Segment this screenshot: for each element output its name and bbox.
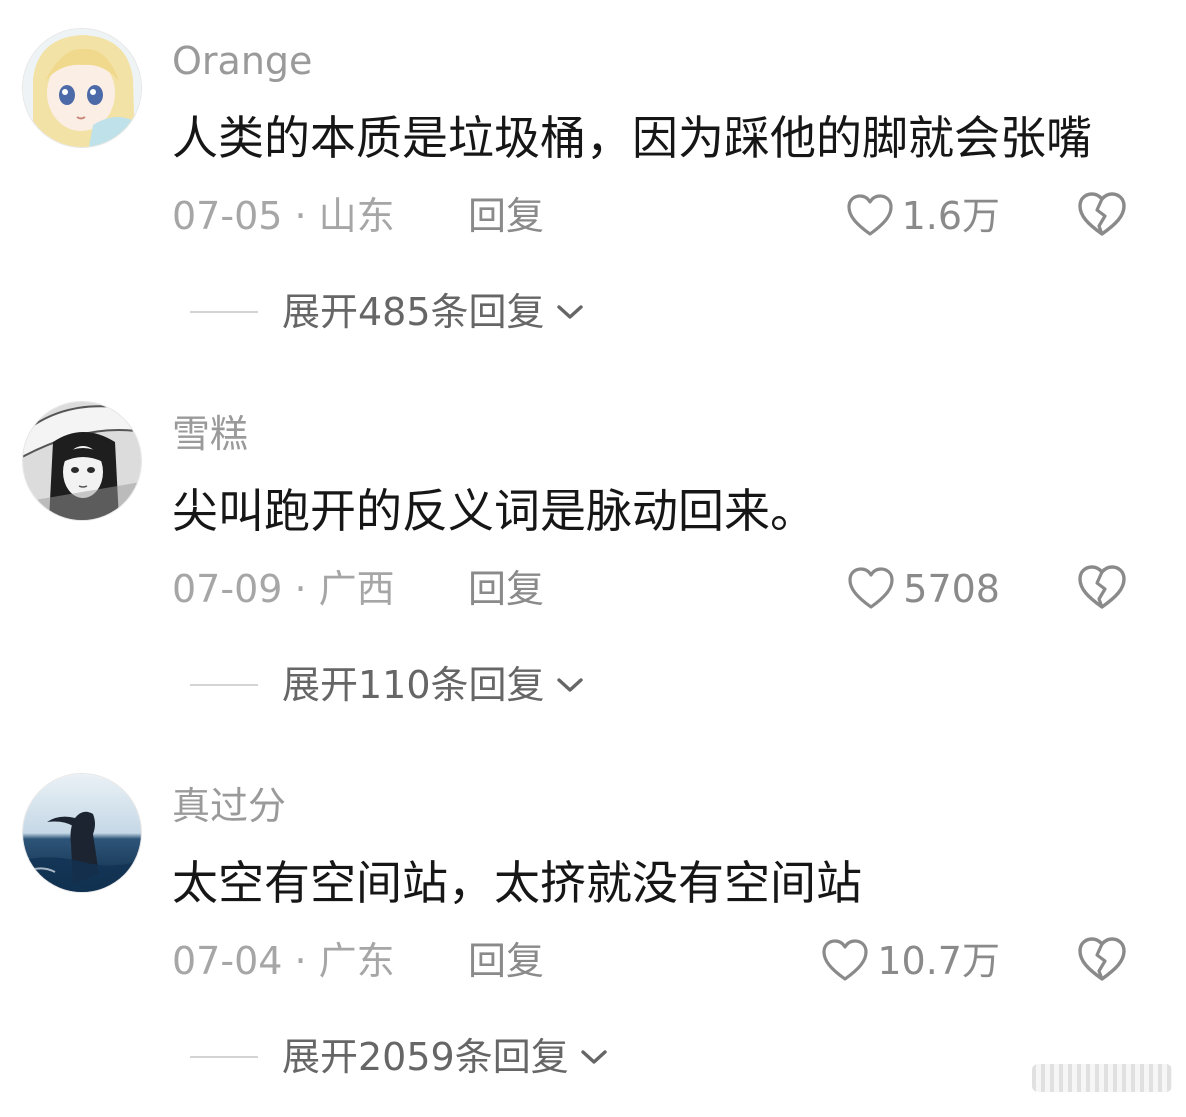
reply-button[interactable]: 回复 xyxy=(468,561,544,617)
watermark xyxy=(1032,1064,1172,1092)
dislike-button[interactable] xyxy=(1076,190,1128,240)
expand-replies-button[interactable]: 展开485条回复 xyxy=(190,284,587,340)
like-button[interactable]: 10.7万 xyxy=(821,933,1000,989)
manga-girl-with-umbrella-avatar xyxy=(23,402,141,520)
comment-item: 雪糕 尖叫跑开的反义词是脉动回来。 07-09 · 广西 回复 5708 展开1… xyxy=(0,373,1186,745)
username[interactable]: 雪糕 xyxy=(172,409,248,459)
divider-line xyxy=(190,684,258,686)
chevron-down-icon xyxy=(581,1050,607,1064)
comment-date-location: 07-05 · 山东 xyxy=(172,194,395,238)
divider-line xyxy=(190,1056,258,1058)
expand-replies-label: 展开2059条回复 xyxy=(282,1035,569,1079)
like-count: 5708 xyxy=(903,567,1000,611)
expand-replies-label: 展开485条回复 xyxy=(282,290,545,334)
expand-replies-label: 展开110条回复 xyxy=(282,663,545,707)
reply-button[interactable]: 回复 xyxy=(468,188,544,244)
comment-item: 真过分 太空有空间站，太挤就没有空间站 07-04 · 广东 回复 10.7万 … xyxy=(0,745,1186,1117)
comment-text: 尖叫跑开的反义词是脉动回来。 xyxy=(172,484,816,538)
username[interactable]: 真过分 xyxy=(172,781,286,831)
divider-line xyxy=(190,311,258,313)
expand-replies-button[interactable]: 展开2059条回复 xyxy=(190,1029,611,1085)
username[interactable]: Orange xyxy=(172,36,312,86)
broken-heart-icon xyxy=(1078,192,1126,236)
avatar[interactable] xyxy=(22,773,142,893)
comment-item: Orange 人类的本质是垃圾桶，因为踩他的脚就会张嘴 07-05 · 山东 回… xyxy=(0,0,1186,372)
like-count: 1.6万 xyxy=(901,194,1000,238)
comment-date-location: 07-09 · 广西 xyxy=(172,567,395,611)
like-count: 10.7万 xyxy=(877,939,1000,983)
anime-blonde-girl-avatar xyxy=(23,29,141,147)
heart-outline-icon xyxy=(848,567,894,609)
chevron-down-icon xyxy=(556,305,583,319)
avatar[interactable] xyxy=(22,401,142,521)
chevron-down-icon xyxy=(556,678,583,692)
like-button[interactable]: 5708 xyxy=(847,561,1000,617)
heart-outline-icon xyxy=(846,194,893,236)
like-button[interactable]: 1.6万 xyxy=(846,188,1000,244)
dislike-button[interactable] xyxy=(1076,935,1128,985)
expand-replies-button[interactable]: 展开110条回复 xyxy=(190,657,587,713)
heart-outline-icon xyxy=(822,939,868,981)
reply-button[interactable]: 回复 xyxy=(468,933,544,989)
comment-text: 太空有空间站，太挤就没有空间站 xyxy=(172,856,862,910)
broken-heart-icon xyxy=(1078,937,1126,981)
comment-text: 人类的本质是垃圾桶，因为踩他的脚就会张嘴 xyxy=(172,111,1092,165)
girl-at-sea-avatar xyxy=(23,774,141,892)
comment-date-location: 07-04 · 广东 xyxy=(172,939,395,983)
broken-heart-icon xyxy=(1078,565,1126,609)
avatar[interactable] xyxy=(22,28,142,148)
dislike-button[interactable] xyxy=(1076,563,1128,613)
